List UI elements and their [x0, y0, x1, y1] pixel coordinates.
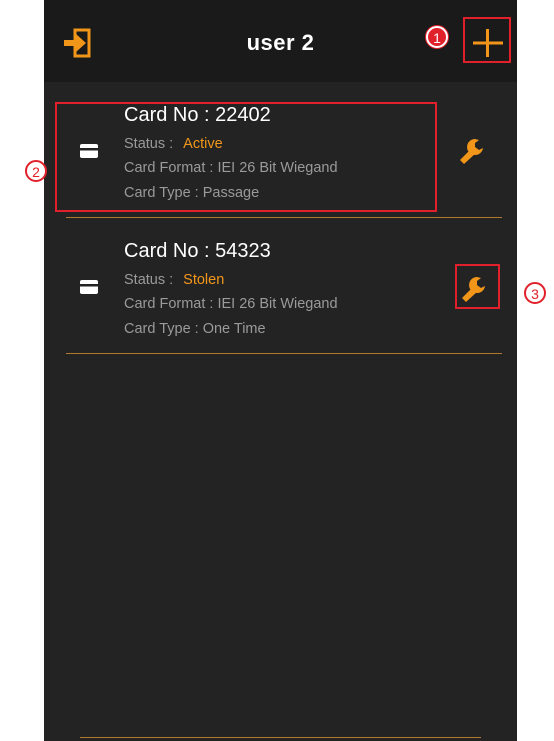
annotation-marker-1: 1: [426, 26, 448, 48]
annotation-box-1: [463, 17, 511, 63]
status-value: Stolen: [183, 272, 225, 288]
annotation-box-3: [455, 264, 500, 309]
card-type: Card Type : One Time: [124, 321, 266, 337]
annotation-marker-3: 3: [524, 282, 546, 304]
annotation-marker-2: 2: [25, 160, 47, 182]
card-number: Card No : 54323: [124, 240, 271, 262]
wrench-icon[interactable]: [457, 134, 487, 166]
card-icon: [80, 280, 98, 294]
bottom-divider: [80, 737, 481, 738]
annotation-box-2: [55, 102, 437, 212]
row-divider: [66, 353, 502, 354]
status-label: Status :: [124, 272, 174, 288]
card-list-item[interactable]: Card No : 54323 Status : Stolen Card Form…: [66, 236, 502, 354]
card-format: Card Format : IEI 26 Bit Wiegand: [124, 296, 338, 312]
card-status: Status : Stolen: [124, 272, 224, 288]
row-divider: [66, 217, 502, 218]
